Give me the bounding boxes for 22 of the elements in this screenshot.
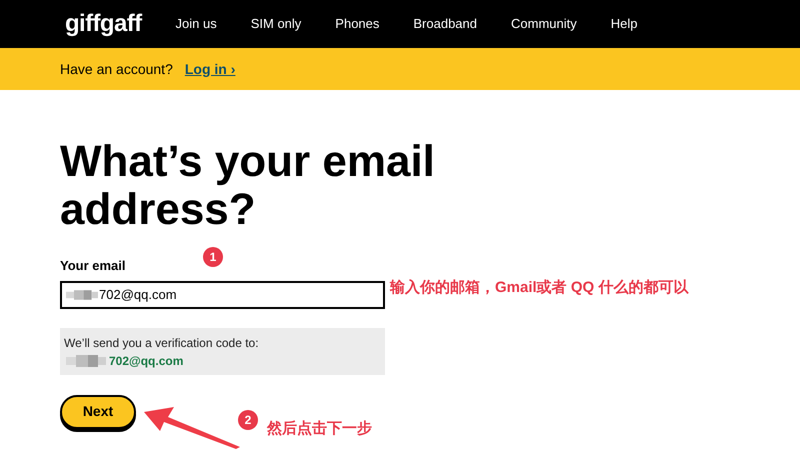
login-link[interactable]: Log in › bbox=[184, 58, 236, 80]
nav-link[interactable]: Community bbox=[511, 14, 577, 34]
step-badge: 2 bbox=[238, 410, 258, 430]
redacted-mark bbox=[66, 288, 98, 300]
nav-link[interactable]: Help bbox=[610, 14, 638, 34]
logo[interactable]: giffgaff bbox=[65, 6, 142, 42]
field-label: Your email bbox=[60, 257, 126, 275]
account-prompt: Have an account? bbox=[60, 60, 173, 78]
annotation-text: 然后点击下一步 bbox=[267, 419, 372, 439]
email-value: 702@qq.com bbox=[99, 286, 177, 304]
page-heading: What’s your email address? bbox=[60, 138, 436, 234]
redacted-mark bbox=[64, 354, 108, 366]
notice-email: 702@qq.com bbox=[109, 352, 184, 370]
nav-link[interactable]: Broadband bbox=[413, 14, 478, 34]
nav-link[interactable]: Join us bbox=[176, 14, 217, 34]
notice-text: We’ll send you a verification code to: bbox=[64, 334, 260, 352]
step-badge: 1 bbox=[203, 247, 223, 267]
nav-link[interactable]: Phones bbox=[335, 14, 380, 34]
email-field[interactable]: 702@qq.com bbox=[60, 280, 385, 308]
arrow-icon bbox=[142, 405, 242, 449]
nav-link[interactable]: SIM only bbox=[250, 14, 302, 34]
annotation-text: 输入你的邮箱，Gmail或者 QQ 什么的都可以 bbox=[390, 278, 688, 298]
